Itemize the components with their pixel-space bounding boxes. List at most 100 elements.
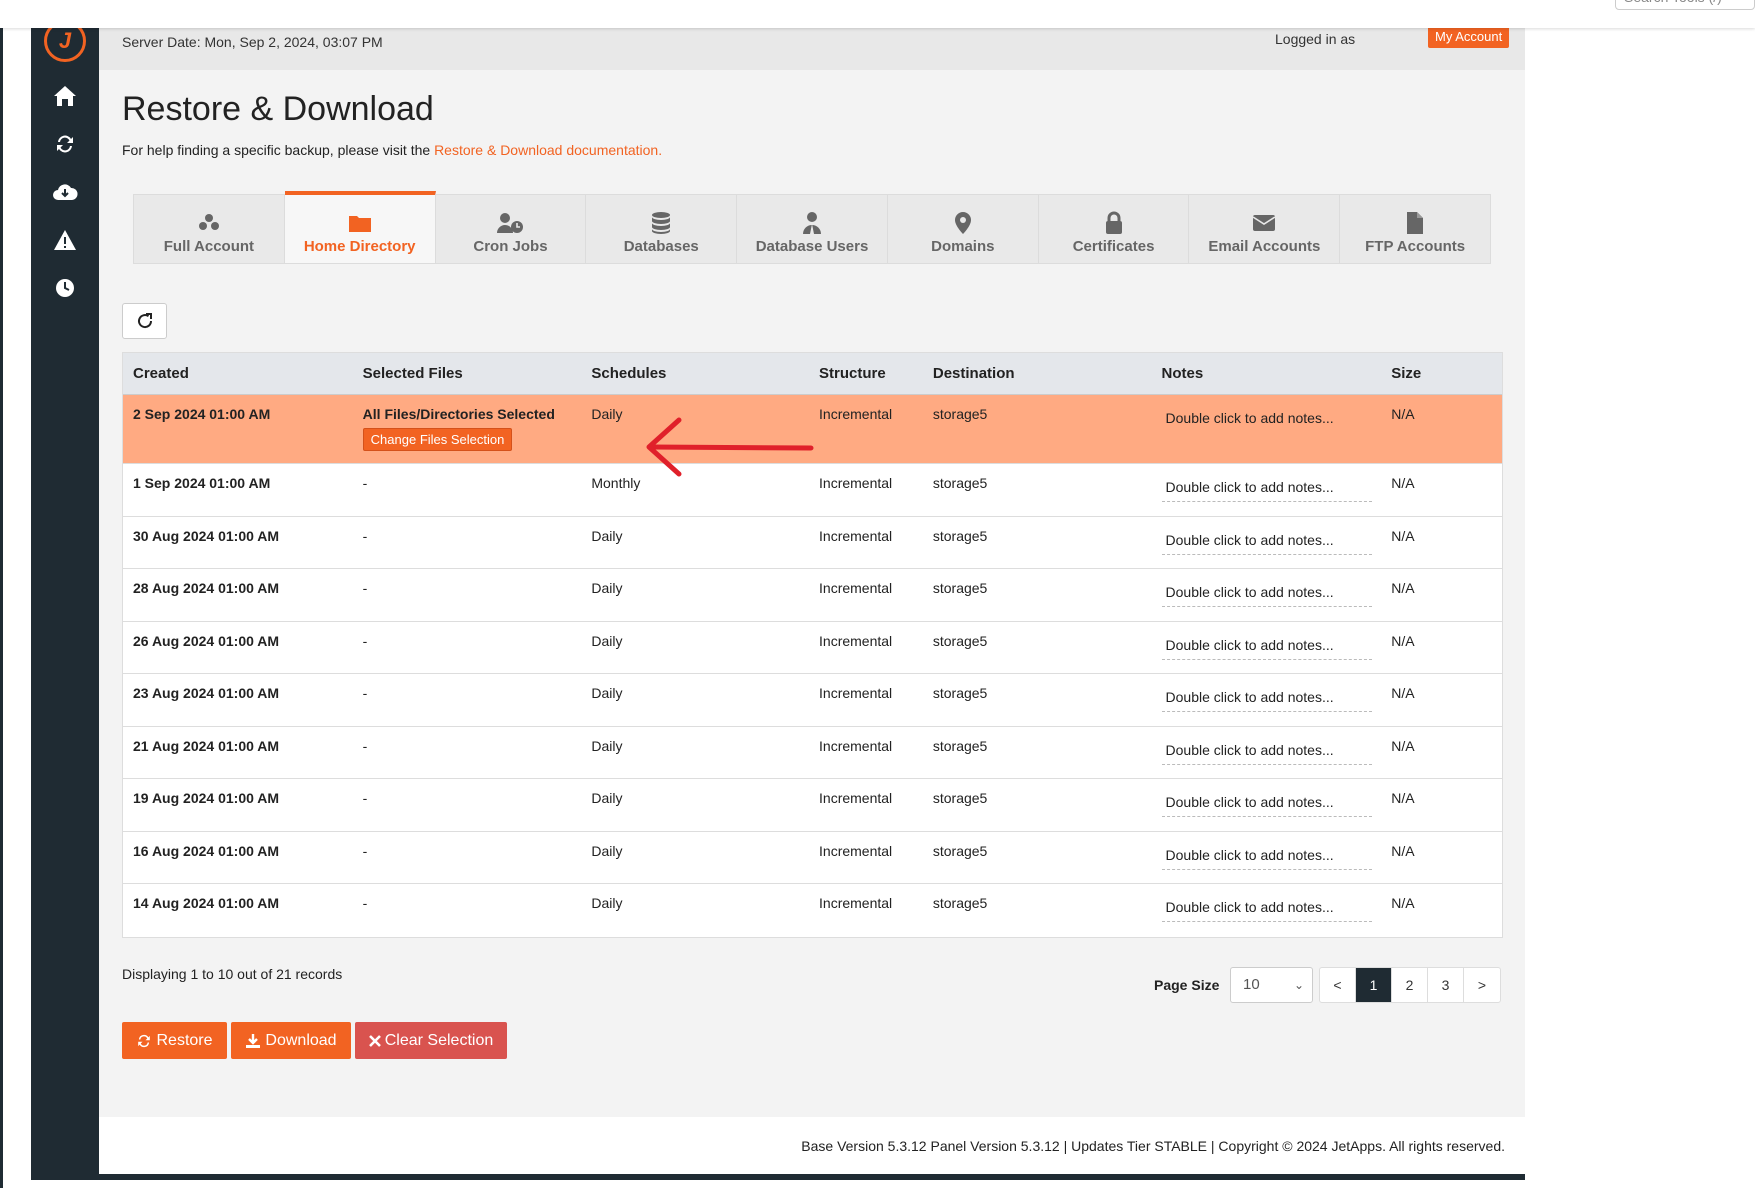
tab-cron-jobs[interactable]: Cron Jobs bbox=[436, 195, 587, 263]
cell-structure: Incremental bbox=[819, 580, 893, 596]
cell-size: N/A bbox=[1391, 842, 1415, 859]
header-schedules[interactable]: Schedules bbox=[581, 353, 809, 394]
page-1-button[interactable]: 1 bbox=[1356, 968, 1392, 1002]
cell-selected-files: - bbox=[362, 475, 368, 491]
notes-field[interactable]: Double click to add notes... bbox=[1162, 410, 1372, 432]
warning-icon[interactable] bbox=[47, 222, 83, 258]
cell-structure: Incremental bbox=[819, 527, 893, 544]
page-size-label: Page Size bbox=[1154, 977, 1220, 993]
cell-destination: storage5 bbox=[932, 475, 988, 491]
tab-email-accounts[interactable]: Email Accounts bbox=[1189, 195, 1341, 263]
table-row[interactable]: 19 Aug 2024 01:00 AM - Daily Incremental… bbox=[123, 779, 1502, 832]
cell-size: N/A bbox=[1391, 580, 1415, 596]
cell-created: 14 Aug 2024 01:00 AM bbox=[133, 895, 280, 911]
header-created[interactable]: Created bbox=[123, 353, 353, 394]
sync-icon[interactable] bbox=[47, 126, 83, 162]
prev-page-button[interactable]: < bbox=[1320, 968, 1356, 1002]
download-button[interactable]: Download bbox=[231, 1022, 351, 1059]
search-input[interactable]: Search Tools (/) bbox=[1615, 0, 1755, 10]
notes-field[interactable]: Double click to add notes... bbox=[1161, 532, 1372, 555]
cell-created: 28 Aug 2024 01:00 AM bbox=[133, 580, 280, 596]
cell-created: 23 Aug 2024 01:00 AM bbox=[133, 685, 280, 701]
my-account-button[interactable]: My Account bbox=[1428, 25, 1510, 48]
cell-schedule: Daily bbox=[591, 895, 623, 911]
refresh-icon bbox=[137, 313, 152, 329]
cell-size: N/A bbox=[1391, 790, 1415, 806]
cell-size: N/A bbox=[1391, 737, 1415, 754]
cell-created: 16 Aug 2024 01:00 AM bbox=[133, 842, 280, 859]
notes-field[interactable]: Double click to add notes... bbox=[1161, 689, 1372, 712]
cell-notes: Double click to add notes... bbox=[1152, 727, 1382, 779]
cell-schedule: Daily bbox=[591, 842, 623, 859]
table-row[interactable]: 21 Aug 2024 01:00 AM - Daily Incremental… bbox=[123, 727, 1502, 779]
cell-schedule: Daily bbox=[591, 580, 623, 596]
notes-field[interactable]: Double click to add notes... bbox=[1161, 794, 1372, 817]
header-destination[interactable]: Destination bbox=[923, 353, 1152, 394]
cell-created: 21 Aug 2024 01:00 AM bbox=[133, 737, 280, 754]
table-row[interactable]: 30 Aug 2024 01:00 AM - Daily Incremental… bbox=[123, 517, 1502, 569]
page-size-value: 10 bbox=[1243, 976, 1260, 993]
tab-label: Certificates bbox=[1072, 237, 1155, 255]
tab-home-directory[interactable]: Home Directory bbox=[284, 191, 436, 263]
envelope-icon bbox=[1252, 210, 1276, 236]
cell-destination: storage5 bbox=[932, 737, 988, 754]
cell-destination: storage5 bbox=[932, 632, 988, 649]
tab-label: Database Users bbox=[755, 237, 869, 255]
header-notes[interactable]: Notes bbox=[1152, 353, 1382, 394]
notes-field[interactable]: Double click to add notes... bbox=[1161, 479, 1372, 502]
cell-selected-files: All Files/Directories Selected Change Fi… bbox=[353, 395, 582, 463]
cell-structure: Incremental bbox=[819, 406, 893, 422]
page-3-button[interactable]: 3 bbox=[1428, 968, 1464, 1002]
notes-field[interactable]: Double click to add notes... bbox=[1161, 584, 1372, 607]
cell-selected-files: - bbox=[362, 580, 368, 596]
page-2-button[interactable]: 2 bbox=[1392, 968, 1428, 1002]
home-icon[interactable] bbox=[47, 78, 83, 114]
download-label: Download bbox=[265, 1031, 337, 1049]
main-content: Server Date: Mon, Sep 2, 2024, 03:07 PM … bbox=[99, 0, 1525, 1174]
header-size[interactable]: Size bbox=[1381, 353, 1502, 394]
cell-schedule: Daily bbox=[591, 685, 623, 701]
tab-ftp-accounts[interactable]: FTP Accounts bbox=[1340, 195, 1490, 263]
restore-label: Restore bbox=[156, 1031, 213, 1049]
cell-schedule: Daily bbox=[591, 737, 623, 754]
tab-label: Databases bbox=[623, 237, 699, 255]
table-row[interactable]: 14 Aug 2024 01:00 AM - Daily Incremental… bbox=[123, 884, 1502, 937]
header-selected-files[interactable]: Selected Files bbox=[353, 353, 582, 394]
change-files-selection-button[interactable]: Change Files Selection bbox=[362, 428, 513, 451]
users-icon bbox=[197, 210, 221, 236]
notes-field[interactable]: Double click to add notes... bbox=[1161, 899, 1372, 922]
clear-selection-button[interactable]: Clear Selection bbox=[355, 1022, 507, 1059]
notes-field[interactable]: Double click to add notes... bbox=[1161, 637, 1372, 660]
next-page-button[interactable]: > bbox=[1464, 968, 1500, 1002]
refresh-button[interactable] bbox=[122, 303, 167, 339]
documentation-link[interactable]: Restore & Download documentation. bbox=[434, 142, 662, 158]
lock-icon bbox=[1104, 210, 1124, 236]
cloud-download-icon[interactable] bbox=[47, 174, 83, 210]
records-count: Displaying 1 to 10 out of 21 records bbox=[122, 966, 343, 982]
clock-icon[interactable] bbox=[47, 270, 83, 306]
cell-notes: Double click to add notes... bbox=[1152, 569, 1382, 621]
close-icon bbox=[368, 1034, 381, 1047]
cell-structure: Incremental bbox=[819, 790, 893, 806]
table-row[interactable]: 23 Aug 2024 01:00 AM - Daily Incremental… bbox=[123, 674, 1502, 727]
tab-certificates[interactable]: Certificates bbox=[1039, 195, 1190, 263]
notes-field[interactable]: Double click to add notes... bbox=[1161, 742, 1372, 765]
sync-icon bbox=[138, 1034, 151, 1047]
cell-structure: Incremental bbox=[819, 737, 893, 754]
table-row[interactable]: 26 Aug 2024 01:00 AM - Daily Incremental… bbox=[123, 622, 1502, 674]
header-structure[interactable]: Structure bbox=[809, 353, 923, 394]
table-row[interactable]: 16 Aug 2024 01:00 AM - Daily Incremental… bbox=[123, 832, 1502, 884]
restore-button[interactable]: Restore bbox=[122, 1022, 227, 1059]
top-header: Server Date: Mon, Sep 2, 2024, 03:07 PM … bbox=[99, 24, 1525, 70]
tab-domains[interactable]: Domains bbox=[888, 195, 1039, 263]
tab-databases[interactable]: Databases bbox=[586, 195, 738, 263]
tab-database-users[interactable]: Database Users bbox=[737, 195, 888, 263]
cell-structure: Incremental bbox=[819, 685, 893, 701]
chevron-down-icon: ⌄ bbox=[1293, 978, 1304, 992]
page-size-select[interactable]: 10 ⌄ bbox=[1230, 967, 1313, 1003]
notes-field[interactable]: Double click to add notes... bbox=[1161, 847, 1372, 870]
cell-created: 1 Sep 2024 01:00 AM bbox=[133, 475, 271, 491]
tab-full-account[interactable]: Full Account bbox=[134, 195, 285, 263]
logged-in-label: Logged in as bbox=[1275, 31, 1356, 47]
table-row[interactable]: 28 Aug 2024 01:00 AM - Daily Incremental… bbox=[123, 569, 1502, 622]
